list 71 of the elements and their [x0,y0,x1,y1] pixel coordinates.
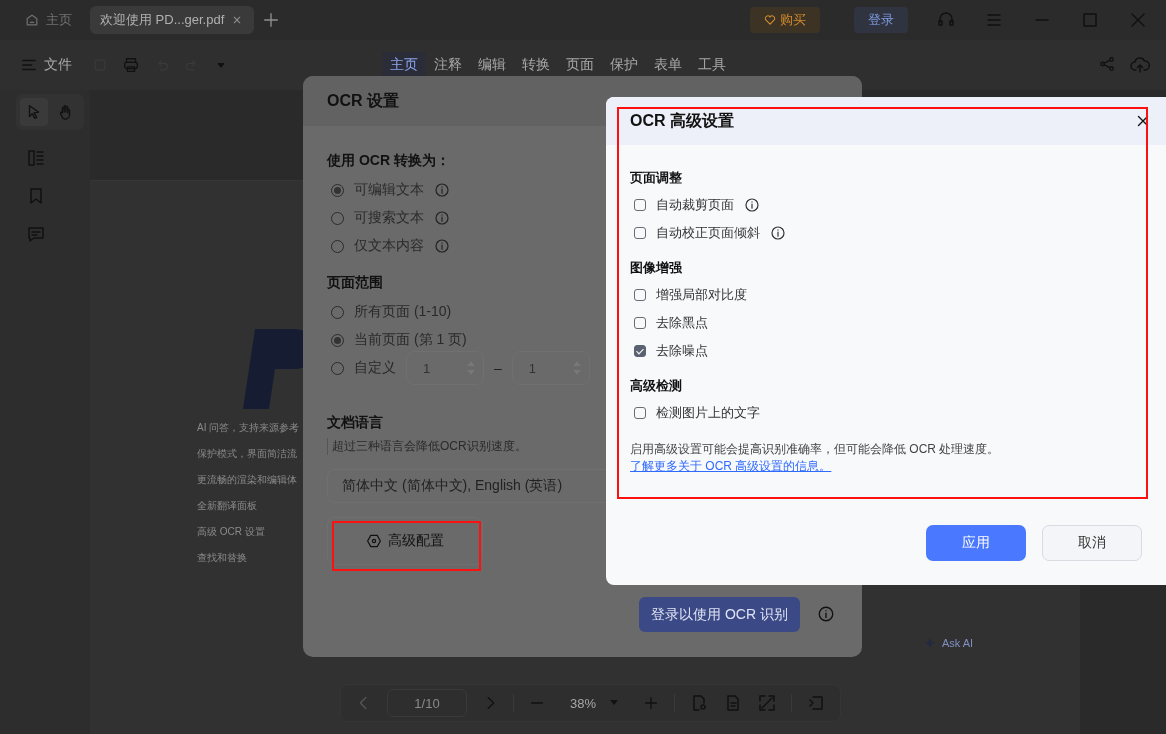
ribbon-tab[interactable]: 主页 [382,52,426,78]
upload-cloud-icon[interactable] [1130,55,1150,75]
feature-item: 保护模式，界面简洁流 [197,447,297,461]
tab-label: 主页 [46,11,72,29]
login-ocr-button[interactable]: 登录以使用 OCR 识别 [639,597,800,632]
ribbon-tab[interactable]: 页面 [558,52,602,78]
option-label: 可编辑文本 [354,181,424,199]
feature-item: AI 问答，支持来源参考 [197,421,300,435]
checkbox-label: 检测图片上的文字 [656,404,760,422]
range-dash: – [494,360,502,376]
page-number-field[interactable]: 1/10 [387,689,467,717]
feature-item: 全新翻译面板 [197,499,257,513]
heart-icon [764,14,776,26]
option-label: 可搜索文本 [354,209,424,227]
checkbox-label: 去除噪点 [656,342,708,360]
tab-label: 欢迎使用 PD...ger.pdf [100,11,225,29]
info-icon[interactable] [770,225,786,241]
print-icon[interactable] [122,56,140,74]
buy-button[interactable]: 购买 [750,7,820,33]
maximize-icon[interactable] [1080,10,1100,30]
ribbon-tab[interactable]: 转换 [514,52,558,78]
cancel-button[interactable]: 取消 [1042,525,1142,561]
dialog-title: OCR 高级设置 [630,110,734,131]
ribbon-tab[interactable]: 注释 [426,52,470,78]
fit-screen-icon[interactable] [757,693,778,713]
section-label: 文档语言 [327,414,383,432]
add-tab-icon[interactable] [262,11,281,29]
checkbox[interactable] [634,289,646,301]
login-button[interactable]: 登录 [854,7,908,33]
section-label: 页面范围 [327,274,383,292]
option-label: 自定义 [354,359,396,377]
option-label: 所有页面 (1-10) [354,303,452,321]
checkbox-label: 自动裁剪页面 [656,196,734,214]
feature-item: 高级 OCR 设置 [197,525,265,539]
dialog-title: OCR 设置 [327,90,399,111]
feature-item: 更流畅的渲染和编辑体 [197,473,297,487]
apply-button[interactable]: 应用 [926,525,1026,561]
share-icon[interactable] [1098,55,1116,73]
app-tab[interactable]: 欢迎使用 PD...ger.pdf [90,6,255,34]
select-tool[interactable] [20,98,48,126]
app-tab[interactable]: 主页 [14,6,82,34]
file-menu[interactable]: 文件 [20,56,72,74]
info-icon[interactable] [744,197,760,213]
section-label: 使用 OCR 转换为： [327,152,450,170]
checkbox-label: 增强局部对比度 [656,286,747,304]
comment-icon[interactable] [26,224,46,244]
ribbon-tab[interactable]: 编辑 [470,52,514,78]
ribbon-tab[interactable]: 表单 [646,52,690,78]
checkbox[interactable] [634,317,646,329]
checkbox[interactable] [634,227,646,239]
checkbox[interactable] [634,199,646,211]
zoom-dropdown[interactable]: 38% [560,695,629,711]
checkbox-label: 去除黑点 [656,314,708,332]
settings-icon [366,533,382,549]
section-label: 页面调整 [630,169,682,187]
checkbox-label: 自动校正页面倾斜 [656,224,760,242]
home-icon [24,12,40,28]
option-label: 仅文本内容 [354,237,424,255]
option-label: 当前页面 (第 1 页) [354,331,467,349]
checkbox[interactable] [634,345,646,357]
hint-text: 超过三种语言会降低OCR识别速度。 [327,438,527,455]
thumbnails-icon[interactable] [26,148,46,168]
checkbox[interactable] [634,407,646,419]
ribbon-tab[interactable]: 工具 [690,52,734,78]
ribbon-tab[interactable]: 保护 [602,52,646,78]
advanced-settings-button[interactable]: 高级配置 [327,517,483,565]
ask-ai-label: Ask AI [942,637,974,649]
caret-icon [610,700,619,706]
section-label: 图像增强 [630,259,682,277]
section-label: 高级检测 [630,377,682,395]
feature-item: 查找和替换 [197,551,247,565]
